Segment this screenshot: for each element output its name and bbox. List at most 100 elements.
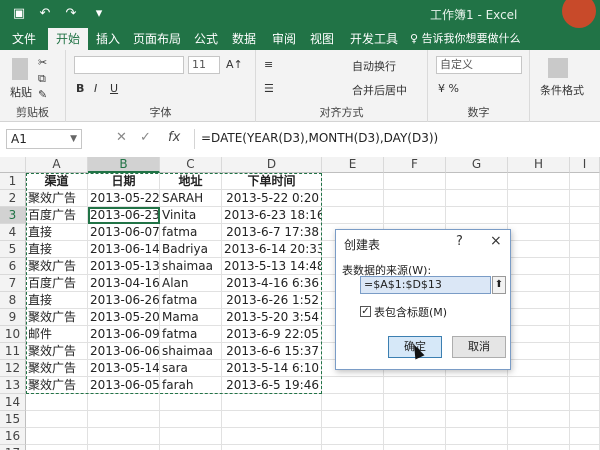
column-header-a[interactable]: A xyxy=(26,157,88,173)
column-header-c[interactable]: C xyxy=(160,157,222,173)
cell-b14[interactable] xyxy=(88,394,160,411)
cell-i5[interactable] xyxy=(570,241,600,258)
tab-formulas[interactable]: 公式 xyxy=(190,28,222,50)
paste-button[interactable]: 粘贴 xyxy=(10,84,32,100)
cell-h2[interactable] xyxy=(508,190,570,207)
tab-developer[interactable]: 开发工具 xyxy=(346,28,402,50)
cell-g15[interactable] xyxy=(446,411,508,428)
cell-i17[interactable] xyxy=(570,445,600,450)
cell-e14[interactable] xyxy=(322,394,384,411)
row-header-5[interactable]: 5 xyxy=(0,241,26,258)
cell-i4[interactable] xyxy=(570,224,600,241)
column-header-b[interactable]: B xyxy=(88,157,160,173)
cell-h3[interactable] xyxy=(508,207,570,224)
cell-h5[interactable] xyxy=(508,241,570,258)
account-icon[interactable] xyxy=(562,0,596,28)
align-top-icon[interactable]: ≡ xyxy=(264,58,273,71)
cell-h8[interactable] xyxy=(508,292,570,309)
tab-page-layout[interactable]: 页面布局 xyxy=(130,28,184,50)
row-header-17[interactable]: 17 xyxy=(0,445,26,450)
cell-i15[interactable] xyxy=(570,411,600,428)
cell-f17[interactable] xyxy=(384,445,446,450)
tab-data[interactable]: 数据 xyxy=(228,28,260,50)
format-painter-icon[interactable]: ✎ xyxy=(38,88,47,101)
select-all-corner[interactable] xyxy=(0,157,26,173)
cell-e2[interactable] xyxy=(322,190,384,207)
paste-icon[interactable] xyxy=(12,58,28,80)
chevron-down-icon[interactable]: ▼ xyxy=(70,130,77,148)
redo-icon[interactable]: ↷ xyxy=(62,5,80,23)
cell-h12[interactable] xyxy=(508,360,570,377)
cell-c14[interactable] xyxy=(160,394,222,411)
cell-c16[interactable] xyxy=(160,428,222,445)
cell-d15[interactable] xyxy=(222,411,322,428)
column-header-e[interactable]: E xyxy=(322,157,384,173)
has-headers-label[interactable]: 表包含标题(M) xyxy=(374,304,447,320)
tell-me-box[interactable]: ♀ 告诉我你想要做什么 xyxy=(410,28,521,50)
enter-icon[interactable]: ✓ xyxy=(140,130,151,145)
cell-e15[interactable] xyxy=(322,411,384,428)
help-icon[interactable]: ? xyxy=(456,234,463,249)
copy-icon[interactable]: ⧉ xyxy=(38,72,46,86)
cell-h10[interactable] xyxy=(508,326,570,343)
row-header-4[interactable]: 4 xyxy=(0,224,26,241)
cell-d16[interactable] xyxy=(222,428,322,445)
tab-insert[interactable]: 插入 xyxy=(92,28,124,50)
cell-b16[interactable] xyxy=(88,428,160,445)
cell-d14[interactable] xyxy=(222,394,322,411)
range-input[interactable]: =$A$1:$D$13 xyxy=(360,276,491,294)
row-header-10[interactable]: 10 xyxy=(0,326,26,343)
cancel-icon[interactable]: ✕ xyxy=(116,130,127,145)
cell-h13[interactable] xyxy=(508,377,570,394)
cell-f3[interactable] xyxy=(384,207,446,224)
cell-i11[interactable] xyxy=(570,343,600,360)
cell-i7[interactable] xyxy=(570,275,600,292)
conditional-format-icon[interactable] xyxy=(548,58,568,78)
cell-h7[interactable] xyxy=(508,275,570,292)
cell-f2[interactable] xyxy=(384,190,446,207)
cell-g13[interactable] xyxy=(446,377,508,394)
insert-function-icon[interactable]: fx xyxy=(168,130,180,145)
cell-i14[interactable] xyxy=(570,394,600,411)
font-name-box[interactable] xyxy=(74,56,184,74)
cell-i1[interactable] xyxy=(570,173,600,190)
cell-f14[interactable] xyxy=(384,394,446,411)
italic-icon[interactable]: I xyxy=(94,82,97,95)
row-header-3[interactable]: 3 xyxy=(0,207,26,224)
tab-view[interactable]: 视图 xyxy=(306,28,338,50)
cell-h16[interactable] xyxy=(508,428,570,445)
cell-c15[interactable] xyxy=(160,411,222,428)
cell-i3[interactable] xyxy=(570,207,600,224)
row-header-15[interactable]: 15 xyxy=(0,411,26,428)
tab-review[interactable]: 审阅 xyxy=(268,28,300,50)
cell-a16[interactable] xyxy=(26,428,88,445)
cell-b15[interactable] xyxy=(88,411,160,428)
row-header-7[interactable]: 7 xyxy=(0,275,26,292)
row-header-14[interactable]: 14 xyxy=(0,394,26,411)
cell-i6[interactable] xyxy=(570,258,600,275)
cell-i12[interactable] xyxy=(570,360,600,377)
underline-icon[interactable]: U xyxy=(110,82,118,95)
cell-g17[interactable] xyxy=(446,445,508,450)
cell-h4[interactable] xyxy=(508,224,570,241)
align-left-icon[interactable]: ☰ xyxy=(264,82,274,95)
row-header-8[interactable]: 8 xyxy=(0,292,26,309)
column-header-g[interactable]: G xyxy=(446,157,508,173)
has-headers-checkbox[interactable]: ✓ xyxy=(360,306,371,317)
wrap-text-button[interactable]: 自动换行 xyxy=(352,58,396,74)
tab-home[interactable]: 开始 xyxy=(48,28,88,50)
row-header-2[interactable]: 2 xyxy=(0,190,26,207)
cell-a17[interactable] xyxy=(26,445,88,450)
row-header-6[interactable]: 6 xyxy=(0,258,26,275)
cell-f13[interactable] xyxy=(384,377,446,394)
cell-g1[interactable] xyxy=(446,173,508,190)
cell-i10[interactable] xyxy=(570,326,600,343)
cell-e17[interactable] xyxy=(322,445,384,450)
cell-i8[interactable] xyxy=(570,292,600,309)
grow-font-icon[interactable]: A↑ xyxy=(226,58,243,71)
name-box[interactable]: A1 ▼ xyxy=(6,129,82,149)
cut-icon[interactable]: ✂ xyxy=(38,56,47,69)
collapse-dialog-icon[interactable]: ⬆ xyxy=(492,276,506,294)
cell-e1[interactable] xyxy=(322,173,384,190)
cell-i2[interactable] xyxy=(570,190,600,207)
